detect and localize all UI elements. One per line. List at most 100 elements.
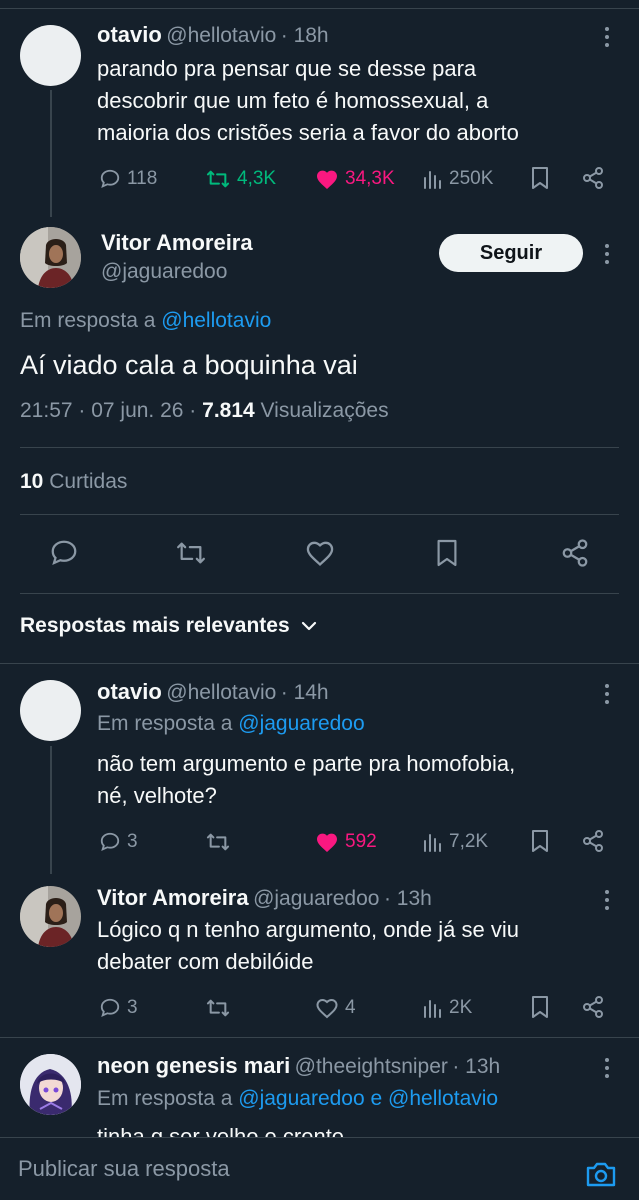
likes-summary[interactable]: 10 Curtidas [20, 470, 127, 494]
author-handle[interactable]: @jaguaredoo [101, 260, 227, 284]
like-count: 592 [345, 831, 377, 852]
like-count: 34,3K [345, 168, 395, 189]
heart-icon[interactable] [304, 539, 336, 567]
mention-link[interactable]: @hellotavio [388, 1087, 498, 1110]
like-button[interactable]: 34,3K [315, 165, 395, 193]
tweet-text: Lógico q n tenho argumento, onde já se v… [97, 914, 617, 978]
views-button[interactable]: 2K [423, 994, 472, 1022]
views-button[interactable]: 7,2K [423, 828, 488, 856]
tweet-header: otavio @hellotavio · 14h [97, 679, 329, 705]
thread-line [50, 746, 52, 874]
reply-button[interactable]: 118 [99, 165, 157, 193]
tweet-time: · 14h [280, 681, 329, 704]
author-name[interactable]: otavio [97, 22, 162, 47]
tweet-text-line: não tem argumento e parte pra homofobia, [97, 751, 516, 776]
retweet-icon[interactable] [174, 539, 208, 567]
reply-composer [0, 1137, 639, 1200]
tweet-time: · 18h [280, 24, 329, 47]
divider [0, 663, 639, 664]
retweet-button[interactable] [205, 828, 237, 856]
reply-button[interactable]: 3 [99, 994, 138, 1022]
view-count: 2K [449, 997, 473, 1018]
avatar[interactable] [20, 1054, 81, 1115]
like-button[interactable]: 4 [315, 994, 356, 1022]
author-name[interactable]: Vitor Amoreira [101, 230, 253, 256]
views-label: Visualizações [260, 399, 389, 422]
divider [0, 1037, 639, 1038]
mention-link[interactable]: @hellotavio [161, 309, 271, 332]
retweet-button[interactable]: 4,3K [205, 165, 276, 193]
reply-prefix: Em resposta a [97, 1087, 233, 1110]
analytics-icon [424, 1000, 441, 1018]
camera-icon[interactable] [585, 1160, 617, 1188]
tweet-timestamp[interactable]: 21:57 · 07 jun. 26 · [20, 399, 196, 422]
reply-sort-selector[interactable]: Respostas mais relevantes [20, 614, 318, 638]
author-handle[interactable]: @theeightsniper [295, 1055, 448, 1078]
avatar[interactable] [20, 680, 81, 741]
share-icon[interactable] [581, 995, 605, 1019]
mention-link[interactable]: @jaguaredoo [238, 1087, 364, 1110]
retweet-icon [206, 833, 230, 851]
like-button[interactable]: 592 [315, 828, 377, 856]
heart-filled-icon [317, 170, 337, 189]
avatar[interactable] [20, 886, 81, 947]
reply-prefix: Em resposta a [20, 309, 156, 332]
share-icon[interactable] [581, 166, 605, 190]
reply-context: Em resposta a @hellotavio [20, 309, 271, 333]
bookmark-icon[interactable] [530, 995, 550, 1019]
author-name[interactable]: otavio [97, 679, 162, 704]
reply-icon[interactable] [49, 538, 79, 568]
sort-label: Respostas mais relevantes [20, 614, 290, 637]
tweet-text-line: parando pra pensar que se desse para [97, 56, 477, 81]
view-count: 250K [449, 168, 494, 189]
retweet-icon [206, 999, 230, 1017]
reply-input[interactable] [18, 1152, 538, 1186]
chevron-down-icon [301, 621, 316, 631]
tweet-thread-page: otavio @hellotavio · 18h parando pra pen… [0, 0, 639, 1200]
author-handle[interactable]: @hellotavio [166, 24, 276, 47]
retweet-button[interactable] [205, 994, 237, 1022]
author-name[interactable]: neon genesis mari [97, 1053, 290, 1078]
bookmark-icon[interactable] [435, 538, 459, 568]
like-count: 4 [345, 997, 356, 1018]
tweet-text: não tem argumento e parte pra homofobia,… [97, 748, 617, 812]
more-options-icon[interactable] [604, 1058, 610, 1080]
bookmark-icon[interactable] [530, 829, 550, 853]
reply-icon [100, 169, 120, 188]
mention-conjunction: e [370, 1087, 383, 1110]
share-icon[interactable] [581, 829, 605, 853]
more-options-icon[interactable] [604, 27, 610, 49]
bookmark-icon[interactable] [530, 166, 550, 190]
retweet-count: 4,3K [237, 168, 277, 189]
author-name[interactable]: Vitor Amoreira [97, 885, 249, 910]
more-options-icon[interactable] [604, 684, 610, 706]
author-handle[interactable]: @jaguaredoo [253, 887, 379, 910]
reply-button[interactable]: 3 [99, 828, 138, 856]
tweet-text-line: descobrir que um feto é homossexual, a [97, 88, 489, 113]
anime-avatar [20, 1054, 81, 1115]
avatar[interactable] [20, 25, 81, 86]
author-handle[interactable]: @hellotavio [166, 681, 276, 704]
reply-context: Em resposta a @jaguaredoo [97, 712, 365, 736]
more-options-icon[interactable] [604, 890, 610, 912]
views-count: 7.814 [202, 399, 255, 422]
heart-icon [316, 998, 338, 1019]
tweet-time: · 13h [452, 1055, 501, 1078]
reply-count: 118 [127, 168, 158, 189]
views-button[interactable]: 250K [423, 165, 493, 193]
analytics-icon [424, 834, 441, 852]
likes-label: Curtidas [49, 470, 128, 493]
heart-filled-icon [317, 833, 337, 852]
reply-icon [100, 998, 120, 1017]
mention-link[interactable]: @jaguaredoo [238, 712, 364, 735]
tweet-text-line: né, velhote? [97, 783, 217, 808]
more-options-icon[interactable] [604, 244, 610, 266]
tweet-text-line: Lógico q n tenho argumento, onde já se v… [97, 917, 519, 942]
follow-button[interactable]: Seguir [439, 234, 583, 272]
reply-icon [100, 832, 120, 851]
share-icon[interactable] [560, 538, 590, 568]
reply-count: 3 [127, 997, 138, 1018]
main-tweet-text: Aí viado cala a boquinha vai [20, 350, 358, 380]
analytics-icon [424, 171, 441, 189]
avatar[interactable] [20, 227, 81, 288]
